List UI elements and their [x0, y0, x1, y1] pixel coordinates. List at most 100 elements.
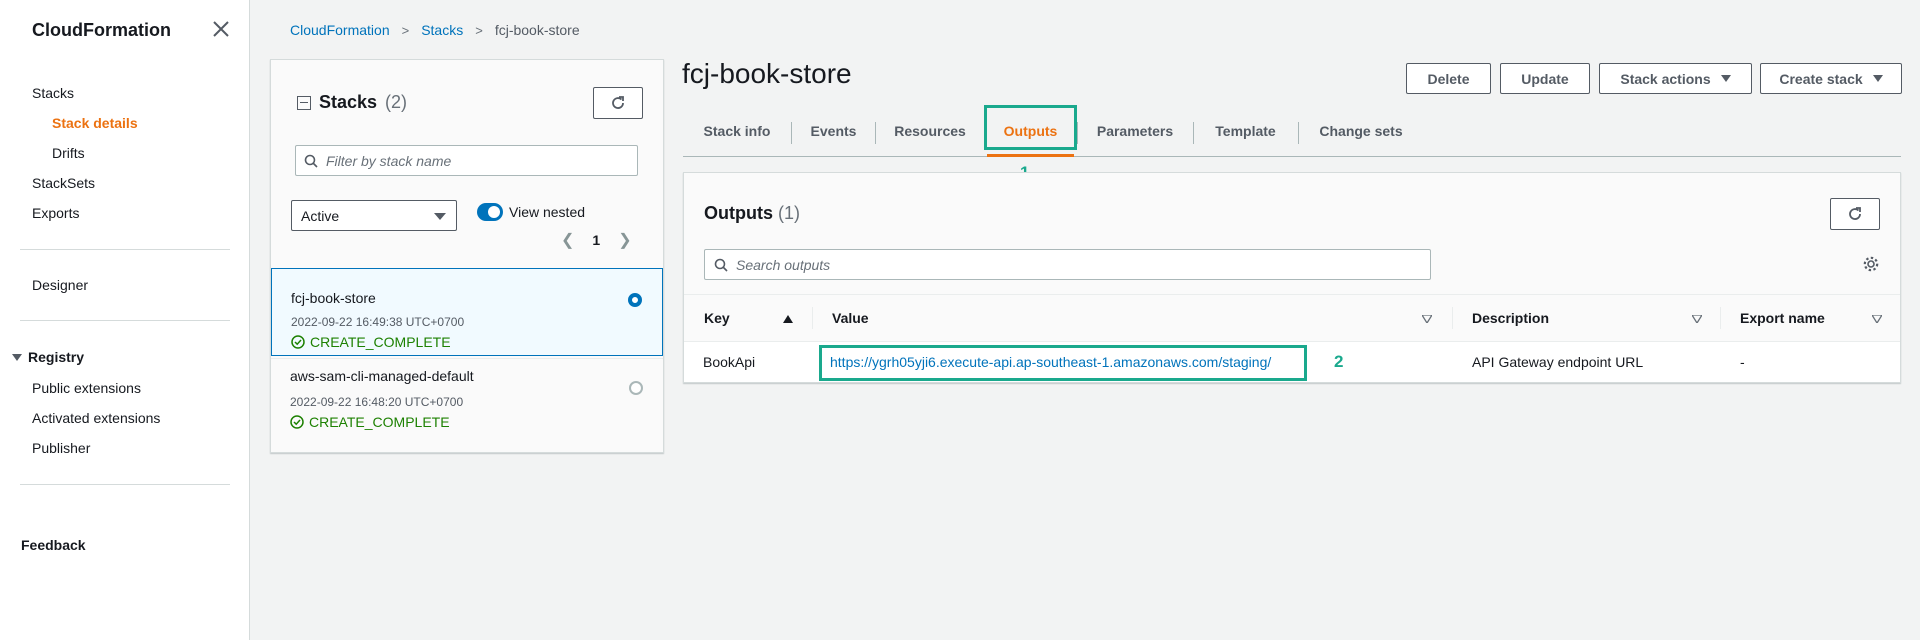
chevron-right-icon[interactable]: ❯ — [618, 230, 631, 250]
stack-list-item[interactable]: fcj-book-store 2022-09-22 16:49:38 UTC+0… — [271, 268, 663, 356]
output-export-name: - — [1740, 354, 1745, 370]
tab-resources[interactable]: Resources — [876, 106, 984, 156]
stack-list-item[interactable]: aws-sam-cli-managed-default 2022-09-22 1… — [271, 358, 663, 446]
stack-name: aws-sam-cli-managed-default — [290, 368, 474, 384]
sidebar-section-registry[interactable]: Registry — [12, 349, 84, 365]
sort-icon[interactable] — [1422, 315, 1432, 323]
column-separator — [812, 307, 813, 329]
page-number[interactable]: 1 — [592, 232, 600, 248]
stack-status-text: CREATE_COMPLETE — [310, 334, 451, 350]
stacks-count: (2) — [385, 92, 408, 112]
chevron-left-icon[interactable]: ❮ — [561, 230, 574, 250]
column-header-export-name[interactable]: Export name — [1740, 295, 1825, 341]
outputs-title-text: Outputs — [704, 203, 773, 223]
feedback-link[interactable]: Feedback — [21, 537, 86, 553]
tab-bar: Stack info Events Resources Outputs Para… — [683, 106, 1901, 157]
breadcrumb-separator: > — [401, 22, 410, 38]
outputs-tab-highlight — [984, 105, 1077, 150]
breadcrumb-current: fcj-book-store — [494, 22, 580, 38]
create-stack-label: Create stack — [1779, 70, 1863, 87]
create-stack-button[interactable]: Create stack — [1760, 63, 1902, 94]
stack-actions-button[interactable]: Stack actions — [1599, 63, 1752, 94]
stack-radio[interactable] — [628, 293, 642, 307]
column-separator — [1720, 307, 1721, 329]
check-circle-icon — [291, 335, 305, 349]
tab-template[interactable]: Template — [1194, 106, 1297, 156]
caret-down-icon — [12, 353, 22, 361]
gear-icon[interactable] — [1862, 255, 1880, 273]
outputs-search-field[interactable] — [736, 256, 1381, 273]
outputs-refresh-button[interactable] — [1830, 198, 1880, 230]
sidebar-item-activated-extensions[interactable]: Activated extensions — [32, 410, 160, 426]
view-nested-label: View nested — [509, 204, 586, 220]
output-url-highlight — [819, 345, 1307, 381]
stack-status-text: CREATE_COMPLETE — [309, 414, 450, 430]
stack-actions-label: Stack actions — [1620, 70, 1711, 87]
search-icon — [304, 154, 318, 168]
step-marker-2: 2 — [1334, 352, 1344, 371]
sidebar-item-stacks[interactable]: Stacks — [32, 85, 74, 101]
stack-filter-input[interactable] — [295, 145, 638, 176]
stack-status: CREATE_COMPLETE — [290, 414, 450, 430]
breadcrumb-stacks[interactable]: Stacks — [421, 22, 463, 38]
column-header-key[interactable]: Key — [704, 295, 730, 341]
outputs-table-header: Key Value Description Export name — [684, 294, 1900, 342]
stack-status: CREATE_COMPLETE — [291, 334, 451, 350]
view-nested-toggle[interactable] — [477, 203, 503, 221]
stacks-refresh-button[interactable] — [593, 87, 643, 119]
sidebar-item-designer[interactable]: Designer — [32, 277, 88, 293]
pagination: ❮ 1 ❯ — [561, 230, 632, 250]
tab-events[interactable]: Events — [792, 106, 875, 156]
caret-down-icon — [1872, 75, 1883, 82]
stack-status-select[interactable]: Active — [291, 200, 457, 231]
sidebar-divider — [20, 320, 230, 321]
output-key: BookApi — [703, 354, 756, 370]
breadcrumb-separator: > — [475, 22, 483, 38]
outputs-count: (1) — [778, 203, 801, 223]
stack-filter-field[interactable] — [326, 152, 626, 169]
outputs-title: Outputs (1) — [704, 203, 800, 224]
sort-ascending-icon[interactable] — [783, 315, 793, 323]
column-header-value[interactable]: Value — [832, 295, 869, 341]
sidebar-section-label: Registry — [28, 349, 85, 365]
sidebar-divider — [20, 249, 230, 250]
sidebar-item-drifts[interactable]: Drifts — [52, 145, 85, 161]
sidebar-title[interactable]: CloudFormation — [32, 20, 171, 41]
sidebar-item-public-extensions[interactable]: Public extensions — [32, 380, 141, 396]
sidebar-item-exports[interactable]: Exports — [32, 205, 79, 221]
tab-stack-info[interactable]: Stack info — [683, 106, 791, 156]
caret-down-icon — [1720, 75, 1731, 82]
breadcrumb: CloudFormation > Stacks > fcj-book-store — [290, 22, 580, 38]
output-description: API Gateway endpoint URL — [1472, 354, 1644, 370]
update-button[interactable]: Update — [1500, 63, 1590, 94]
tab-parameters[interactable]: Parameters — [1078, 106, 1192, 156]
page-title: fcj-book-store — [682, 58, 852, 89]
sort-icon[interactable] — [1872, 315, 1882, 323]
column-header-description[interactable]: Description — [1472, 295, 1549, 341]
stack-radio[interactable] — [629, 381, 643, 395]
stacks-panel-title: Stacks (2) — [297, 92, 407, 113]
column-separator — [1452, 307, 1453, 329]
outputs-search-input[interactable] — [704, 249, 1431, 280]
tab-change-sets[interactable]: Change sets — [1299, 106, 1423, 156]
stack-status-value: Active — [301, 207, 340, 224]
refresh-icon — [612, 96, 624, 109]
sidebar-divider — [20, 484, 230, 485]
collapse-icon[interactable] — [297, 95, 311, 110]
delete-button[interactable]: Delete — [1406, 63, 1491, 94]
caret-down-icon — [434, 213, 446, 220]
sidebar-item-publisher[interactable]: Publisher — [32, 440, 90, 456]
stacks-title-text: Stacks — [319, 92, 378, 112]
sidebar-item-stacksets[interactable]: StackSets — [32, 175, 95, 191]
stack-name: fcj-book-store — [291, 290, 376, 306]
side-navigation: CloudFormation Stacks Stack details Drif… — [0, 0, 250, 640]
close-icon[interactable] — [211, 19, 231, 39]
refresh-icon — [1849, 207, 1861, 220]
search-icon — [714, 258, 728, 272]
stack-created-time: 2022-09-22 16:48:20 UTC+0700 — [290, 395, 464, 409]
sort-icon[interactable] — [1692, 315, 1702, 323]
sidebar-item-stack-details[interactable]: Stack details — [52, 115, 138, 131]
stack-created-time: 2022-09-22 16:49:38 UTC+0700 — [291, 315, 465, 329]
breadcrumb-cloudformation[interactable]: CloudFormation — [290, 22, 390, 38]
check-circle-icon — [290, 415, 304, 429]
